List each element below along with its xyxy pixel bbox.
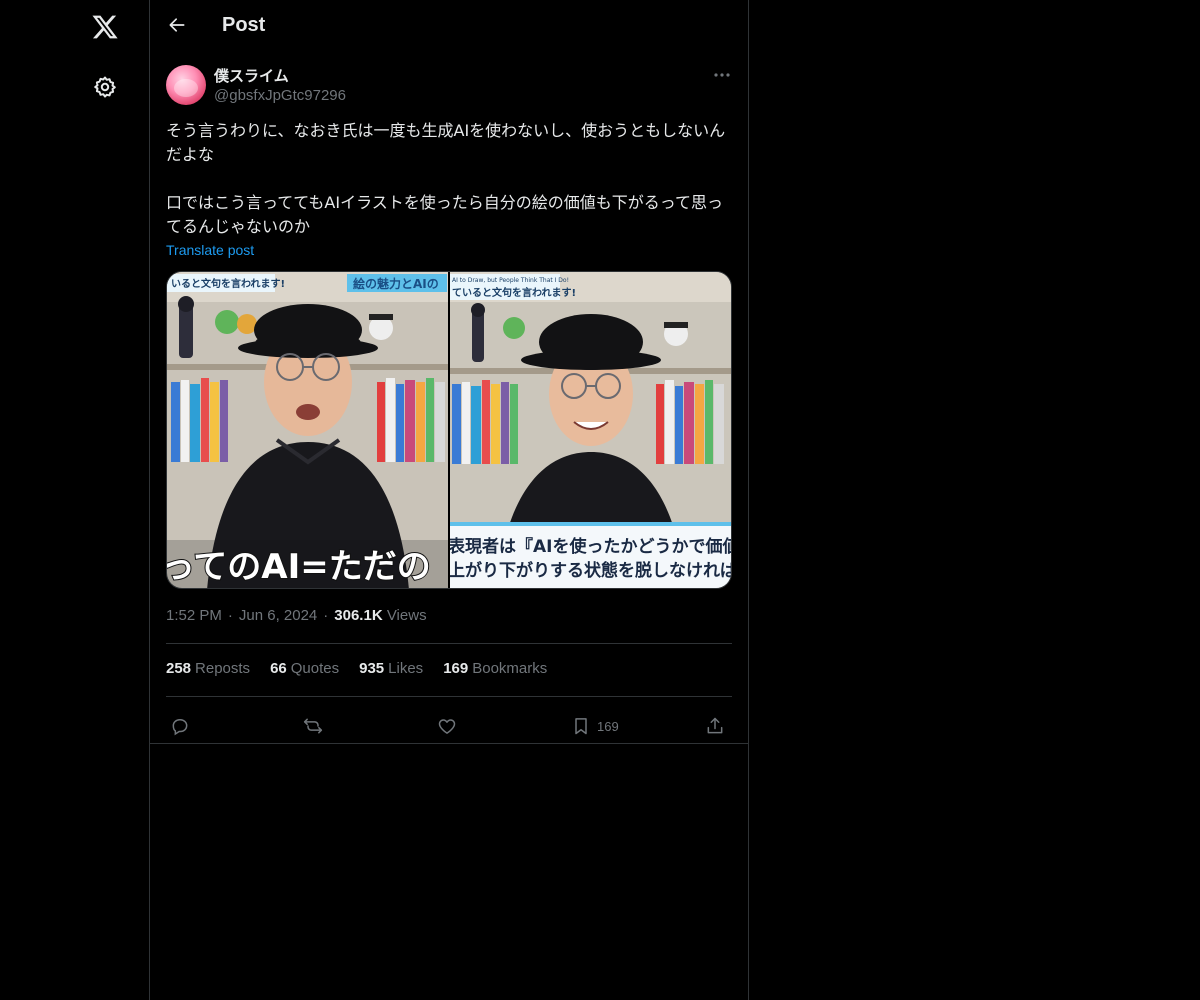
svg-text:ていると文句を言われます!: ていると文句を言われます! xyxy=(452,286,576,299)
media-1-banner-left: いると文句を言われます! xyxy=(171,277,285,290)
avatar[interactable] xyxy=(166,65,206,105)
reply-button[interactable] xyxy=(170,709,190,743)
media-image-1[interactable]: 絵の魅力とAIの いると文句を言われます! ってのAI=ただの xyxy=(167,272,448,588)
views-label: Views xyxy=(386,607,427,624)
quotes-stat[interactable]: 66 Quotes xyxy=(270,660,339,677)
post-text: そう言うわりに、なおき氏は一度も生成AIを使わないし、使おうともしないんだよな … xyxy=(166,121,726,236)
post-time[interactable]: 1:52 PM xyxy=(166,607,222,624)
media-2-caption-line2: 上がり下がりする状態を脱しなければ xyxy=(450,560,731,581)
media-1-caption: ってのAI=ただの xyxy=(167,547,431,587)
share-icon xyxy=(707,717,723,734)
back-arrow-icon[interactable] xyxy=(160,8,194,42)
x-logo-icon[interactable] xyxy=(81,3,129,51)
quotes-count: 66 xyxy=(270,660,287,677)
bookmark-count: 169 xyxy=(597,718,619,734)
page-title: Post xyxy=(222,14,266,36)
repost-icon xyxy=(303,718,323,734)
reposts-stat[interactable]: 258 Reposts xyxy=(166,660,250,677)
heart-icon xyxy=(438,719,456,734)
divider xyxy=(166,643,732,644)
likes-stat[interactable]: 935 Likes xyxy=(359,660,423,677)
author-display-name[interactable]: 僕スライム xyxy=(214,65,289,86)
translate-post-link[interactable]: Translate post xyxy=(166,242,254,258)
bookmarks-stat[interactable]: 169 Bookmarks xyxy=(443,660,547,677)
divider xyxy=(166,696,732,697)
like-button[interactable] xyxy=(437,709,457,743)
bookmark-icon xyxy=(575,718,587,735)
likes-count: 935 xyxy=(359,660,385,677)
post-date[interactable]: Jun 6, 2024 xyxy=(239,607,317,624)
page-header: Post xyxy=(150,0,748,53)
action-bar: 169 xyxy=(166,709,732,743)
gear-icon[interactable] xyxy=(81,63,129,111)
media-2-caption-line1: 表現者は『AIを使ったかどうかで価値 xyxy=(450,536,731,557)
engagement-stats: 258 Reposts 66 Quotes 935 Likes 169 Bookmark… xyxy=(166,660,547,677)
bookmarks-label: Bookmarks xyxy=(472,660,548,677)
post-metadata: 1:52 PM · Jun 6, 2024 · 306.1K Views xyxy=(166,607,427,624)
reposts-count: 258 xyxy=(166,660,192,677)
views-count: 306.1K xyxy=(334,607,383,624)
reposts-label: Reposts xyxy=(195,660,251,677)
more-options-icon[interactable] xyxy=(706,63,738,87)
bookmark-button[interactable]: 169 xyxy=(571,709,619,743)
media-grid: 絵の魅力とAIの いると文句を言われます! ってのAI=ただの AI to Dr… xyxy=(166,271,732,589)
quotes-label: Quotes xyxy=(290,660,340,677)
reply-icon xyxy=(172,719,188,736)
author-handle[interactable]: @gbsfxJpGtc97296 xyxy=(214,87,346,104)
left-nav xyxy=(0,0,150,1000)
main-column: Post 僕スライム @gbsfxJpGtc97296 そう言うわりに、なおき氏… xyxy=(149,0,749,1000)
share-button[interactable] xyxy=(705,709,725,743)
bookmarks-count: 169 xyxy=(443,660,469,677)
repost-button[interactable] xyxy=(303,709,323,743)
media-image-2[interactable]: AI to Draw, but People Think That I Do! … xyxy=(450,272,731,588)
media-2-banner-top: AI to Draw, but People Think That I Do! xyxy=(452,277,569,284)
post: 僕スライム @gbsfxJpGtc97296 そう言うわりに、なおき氏は一度も生… xyxy=(150,53,748,744)
likes-label: Likes xyxy=(388,660,424,677)
media-1-banner-right: 絵の魅力とAIの xyxy=(353,276,439,291)
